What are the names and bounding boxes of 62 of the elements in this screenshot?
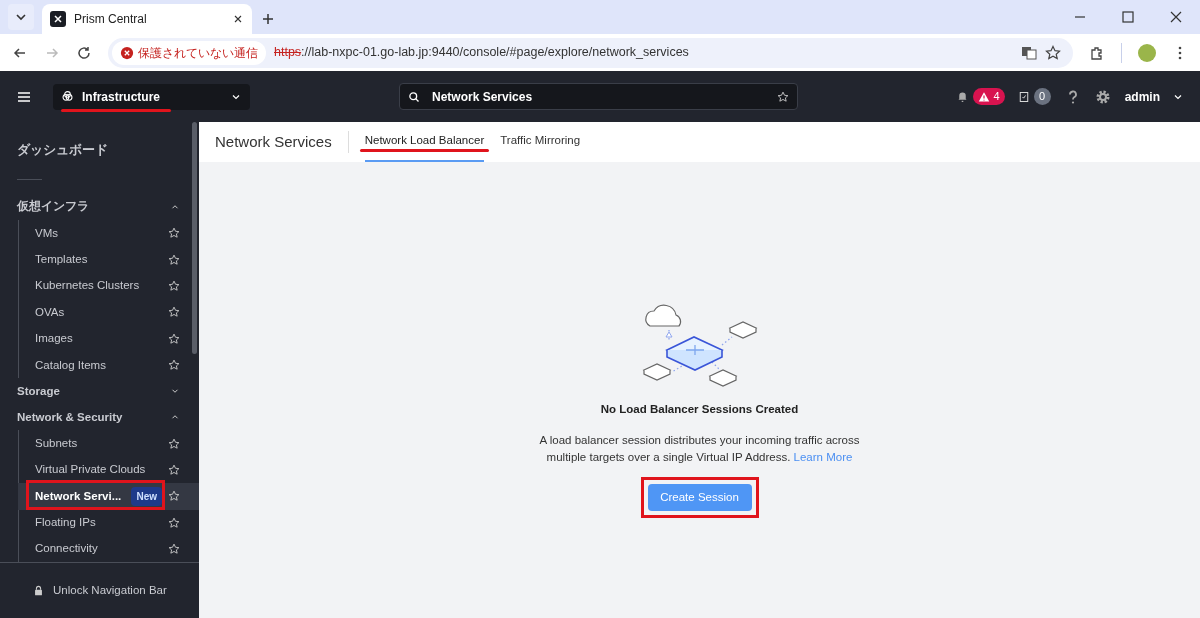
- close-window-icon[interactable]: [1168, 9, 1184, 25]
- browser-tab[interactable]: Prism Central: [42, 4, 252, 34]
- app-logo-icon: [50, 11, 66, 27]
- sidebar-item[interactable]: Templates: [18, 246, 199, 273]
- star-icon: [168, 463, 180, 476]
- star-icon: [168, 516, 180, 529]
- lock-icon: [33, 585, 44, 597]
- sidebar-item[interactable]: Connectivity: [18, 535, 199, 563]
- sidebar-item[interactable]: VMs: [18, 220, 199, 247]
- unlock-nav-link[interactable]: Unlock Navigation Bar: [53, 582, 167, 600]
- page-tab[interactable]: Traffic Mirroring: [500, 122, 581, 162]
- sidebar-item[interactable]: Virtual Private Clouds: [18, 456, 199, 484]
- sidebar-item[interactable]: Subnets: [18, 430, 199, 457]
- star-icon: [168, 227, 180, 240]
- star-icon: [168, 253, 180, 266]
- sidebar-item[interactable]: Network Servi... New: [18, 483, 199, 510]
- sidebar-item[interactable]: Kubernetes Clusters: [18, 272, 199, 300]
- sidebar-item[interactable]: Floating IPs: [18, 509, 199, 536]
- sidebar-link[interactable]: ダッシュボード: [17, 141, 108, 161]
- star-icon: [777, 90, 789, 103]
- star-icon: [168, 437, 180, 450]
- security-label: 保護されていない通信: [138, 44, 258, 62]
- star-icon: [168, 279, 180, 292]
- warning-icon: [120, 45, 134, 60]
- task-count[interactable]: 0: [1033, 88, 1051, 105]
- page-tab[interactable]: Network Load Balancer: [364, 122, 485, 162]
- extensions-icon[interactable]: [1089, 44, 1105, 61]
- settings-icon[interactable]: [1094, 88, 1111, 105]
- empty-state-title: No Load Balancer Sessions Created: [600, 402, 799, 417]
- star-icon: [168, 359, 180, 372]
- empty-state-description: A load balancer session distributes your incoming traffic across multiple targets over a single Virtual IP Address. Learn More: [538, 433, 861, 466]
- url-text: https://lab-nxpc-01.go-lab.jp:9440/console/#page/explore/network_services: [274, 44, 690, 62]
- search-icon: [408, 90, 420, 103]
- translate-icon[interactable]: [1021, 44, 1037, 61]
- alert-badge[interactable]: 4: [972, 88, 1005, 105]
- address-bar[interactable]: 保護されていない通信 https://lab-nxpc-01.go-lab.jp:9440/console/#page/explore/network_services: [108, 37, 1073, 68]
- sidebar-item[interactable]: Catalog Items: [18, 351, 199, 379]
- sidebar-item[interactable]: OVAs: [18, 299, 199, 326]
- sidebar-group[interactable]: Network & Security: [17, 404, 180, 431]
- product-selector[interactable]: Infrastructure: [53, 83, 250, 110]
- star-icon: [168, 306, 180, 319]
- sidebar-item[interactable]: Images: [18, 325, 199, 352]
- close-icon[interactable]: [232, 13, 244, 25]
- page-title: Network Services: [215, 130, 349, 154]
- bookmark-star-icon[interactable]: [1045, 44, 1061, 61]
- circles-icon: [61, 90, 74, 103]
- search-field[interactable]: Network Services: [399, 83, 798, 110]
- reload-icon[interactable]: [76, 44, 92, 61]
- maximize-icon[interactable]: [1120, 9, 1136, 25]
- warning-icon: [977, 90, 990, 103]
- new-badge: New: [131, 486, 162, 506]
- star-icon: [168, 543, 180, 556]
- star-icon: [168, 490, 180, 503]
- star-icon: [168, 332, 180, 345]
- sidebar-group[interactable]: 仮想インフラ: [17, 194, 180, 220]
- tab-title: Prism Central: [74, 11, 148, 28]
- new-tab-icon[interactable]: [260, 11, 276, 27]
- user-menu[interactable]: admin: [1124, 87, 1160, 106]
- tab-list-button[interactable]: [8, 4, 34, 30]
- security-chip[interactable]: 保護されていない通信: [112, 40, 266, 65]
- sidebar-group[interactable]: Storage: [17, 378, 180, 405]
- tasks-icon[interactable]: [1017, 90, 1030, 103]
